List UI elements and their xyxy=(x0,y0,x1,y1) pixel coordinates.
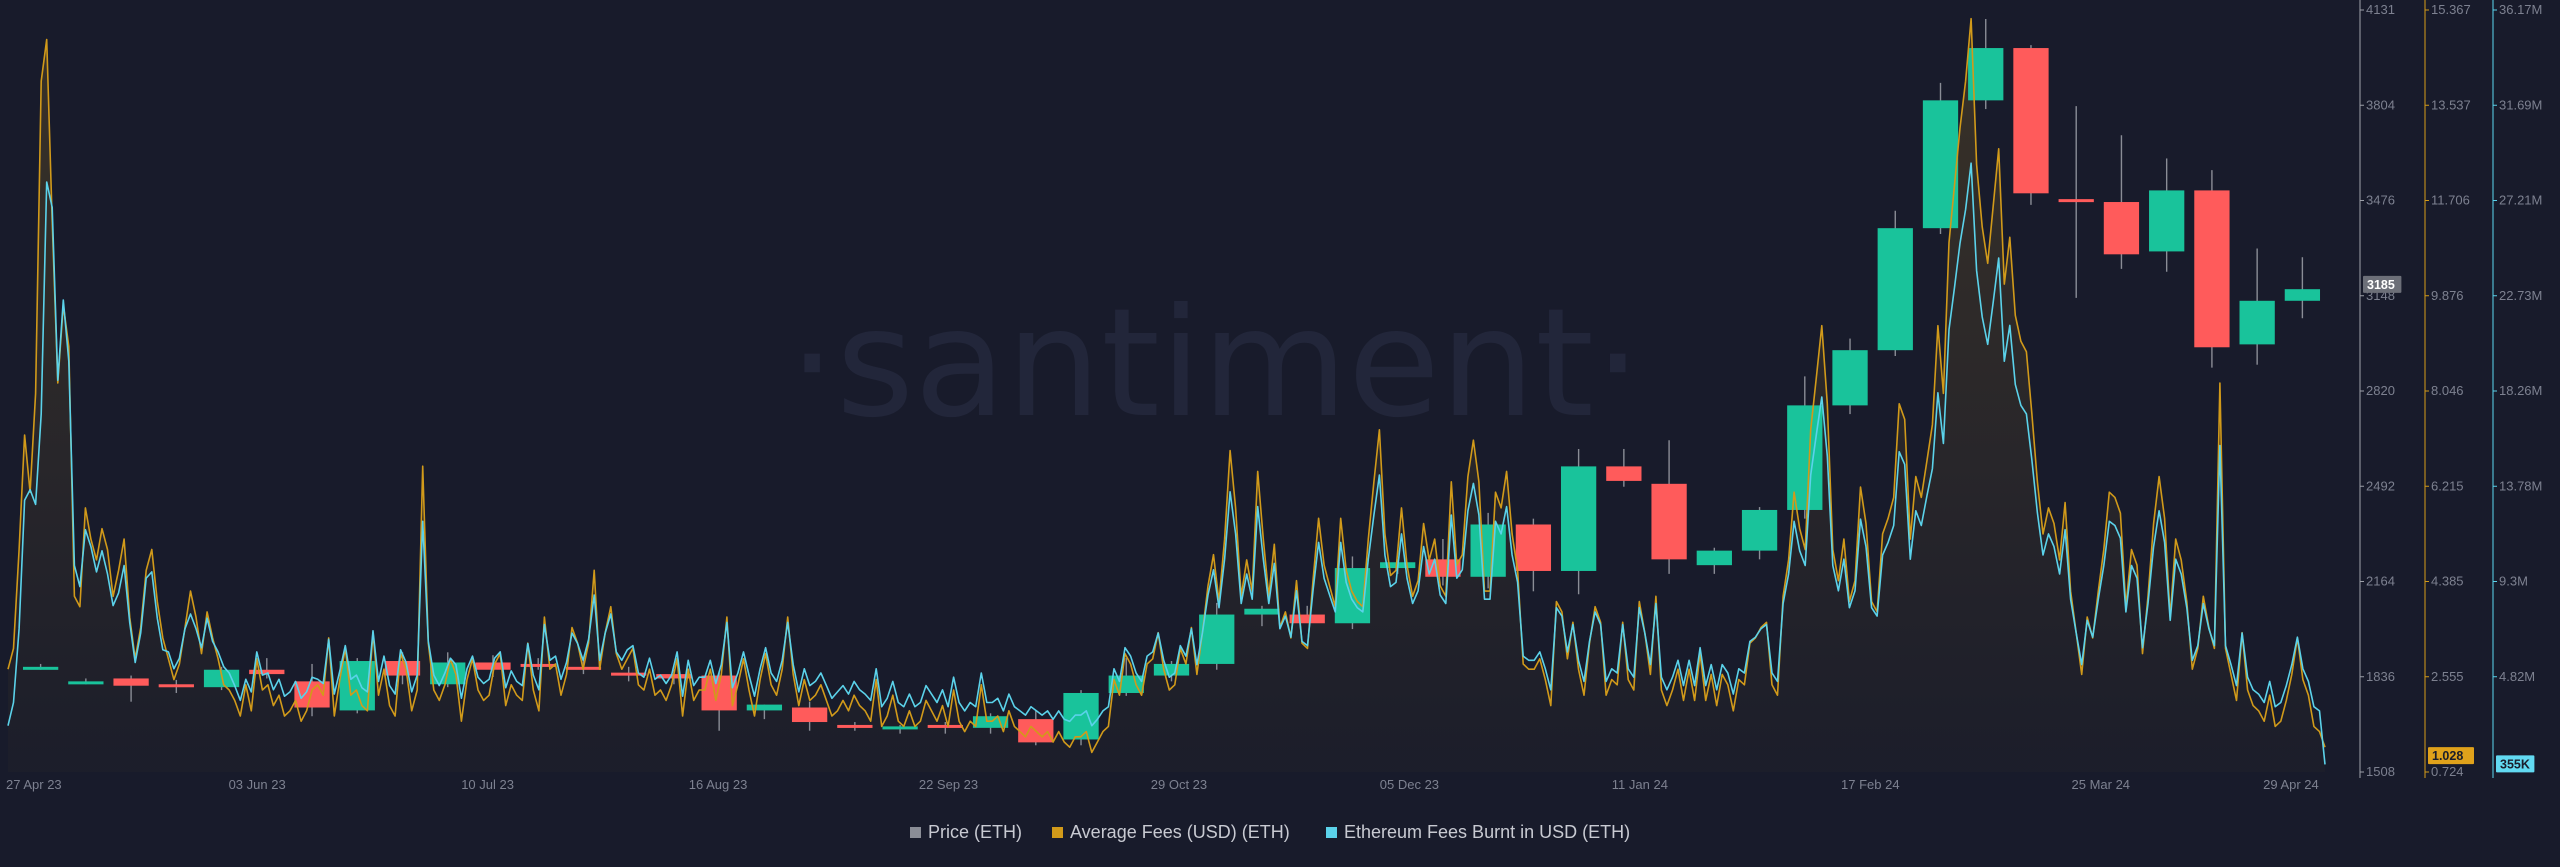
legend-swatch xyxy=(910,827,921,838)
x-tick-label: 17 Feb 24 xyxy=(1841,777,1900,792)
legend-label: Price (ETH) xyxy=(928,822,1022,842)
candle-down xyxy=(158,684,194,688)
fees-axis-tick-label: 4.385 xyxy=(2431,574,2464,589)
watermark-logo: ·santiment· xyxy=(788,277,1641,451)
fees-axis-tick-label: 6.215 xyxy=(2431,478,2464,493)
candle-down xyxy=(1606,466,1642,481)
x-tick-label: 16 Aug 23 xyxy=(689,777,748,792)
legend-swatch xyxy=(1052,827,1063,838)
fees-axis-tick-label: 2.555 xyxy=(2431,669,2464,684)
candle-up xyxy=(1832,350,1868,406)
price-axis-tick-label: 3804 xyxy=(2366,97,2395,112)
price-axis-tick-label: 4131 xyxy=(2366,2,2395,17)
candle-down xyxy=(2194,190,2230,348)
fees-axis-tick-label: 15.367 xyxy=(2431,2,2471,17)
burnt-axis-tick-label: 31.69M xyxy=(2499,97,2542,112)
burnt-axis-tick-label: 18.26M xyxy=(2499,383,2542,398)
burnt-axis-tick-label: 4.82M xyxy=(2499,669,2535,684)
fees-axis-tick-label: 11.706 xyxy=(2431,193,2470,208)
candle-up xyxy=(972,716,1009,728)
fees-current-value: 1.028 xyxy=(2432,749,2463,763)
price-axis-tick-label: 2820 xyxy=(2366,383,2395,398)
burnt-axis-tick-label: 13.78M xyxy=(2499,478,2542,493)
legend-label: Ethereum Fees Burnt in USD (ETH) xyxy=(1344,822,1630,842)
fees-axis-tick-label: 9.876 xyxy=(2431,288,2464,303)
candle-down xyxy=(837,724,873,728)
legend-swatch xyxy=(1326,827,1337,838)
price-axis-tick-label: 1836 xyxy=(2366,669,2395,684)
price-axis-tick-label: 2164 xyxy=(2366,574,2395,589)
candle-up xyxy=(1063,692,1099,740)
x-tick-label: 27 Apr 23 xyxy=(6,777,62,792)
burnt-axis-tick-label: 22.73M xyxy=(2499,288,2542,303)
x-tick-label: 11 Jan 24 xyxy=(1612,777,1668,792)
fees-axis-tick-label: 13.537 xyxy=(2431,97,2471,112)
price-axis-tick-label: 2492 xyxy=(2366,478,2395,493)
candle-down xyxy=(2103,202,2140,255)
candle-up xyxy=(1741,509,1778,551)
fees-axis-tick-label: 0.724 xyxy=(2431,764,2464,779)
candle-up xyxy=(2239,300,2275,345)
candle-down xyxy=(791,707,828,723)
x-tick-label: 29 Oct 23 xyxy=(1151,777,1207,792)
candle-up xyxy=(1787,405,1823,510)
candle-up xyxy=(2284,289,2321,301)
burnt-current-value: 355K xyxy=(2500,757,2530,771)
candle-down xyxy=(927,724,963,728)
price-axis-tick-label: 1508 xyxy=(2366,764,2395,779)
x-tick-label: 29 Apr 24 xyxy=(2263,777,2319,792)
legend-label: Average Fees (USD) (ETH) xyxy=(1070,822,1290,842)
candle-up xyxy=(22,666,59,670)
candle-up xyxy=(1153,663,1190,676)
x-tick-label: 25 Mar 24 xyxy=(2072,777,2131,792)
burnt-axis-tick-label: 36.17M xyxy=(2499,2,2542,17)
candle-up xyxy=(2149,190,2185,252)
candle-up xyxy=(1696,550,1732,566)
price-current-value: 3185 xyxy=(2367,278,2395,292)
x-tick-label: 10 Jul 23 xyxy=(461,777,514,792)
burnt-axis-tick-label: 27.21M xyxy=(2499,193,2542,208)
candle-down xyxy=(1515,524,1552,571)
candle-up xyxy=(1244,608,1280,615)
candle-up xyxy=(68,681,104,685)
candle-down xyxy=(1289,614,1325,624)
candle-down xyxy=(2058,199,2094,203)
x-tick-label: 05 Dec 23 xyxy=(1380,777,1439,792)
candle-up xyxy=(1560,466,1597,571)
fees-axis-tick-label: 8.046 xyxy=(2431,383,2464,398)
chart: ·santiment· 4131380434763148282024922164… xyxy=(0,0,2560,867)
burnt-axis-tick-label: 9.3M xyxy=(2499,574,2528,589)
candle-down xyxy=(2013,48,2049,194)
x-tick-label: 03 Jun 23 xyxy=(229,777,286,792)
legend: Price (ETH) Average Fees (USD) (ETH) Ether… xyxy=(910,822,1630,842)
x-tick-label: 22 Sep 23 xyxy=(919,777,978,792)
price-axis-tick-label: 3476 xyxy=(2366,193,2395,208)
candle-up xyxy=(882,726,918,730)
candle-down xyxy=(1651,483,1687,560)
candle-down xyxy=(113,678,149,686)
candle-up xyxy=(1877,228,1913,351)
candle-down xyxy=(384,661,421,676)
